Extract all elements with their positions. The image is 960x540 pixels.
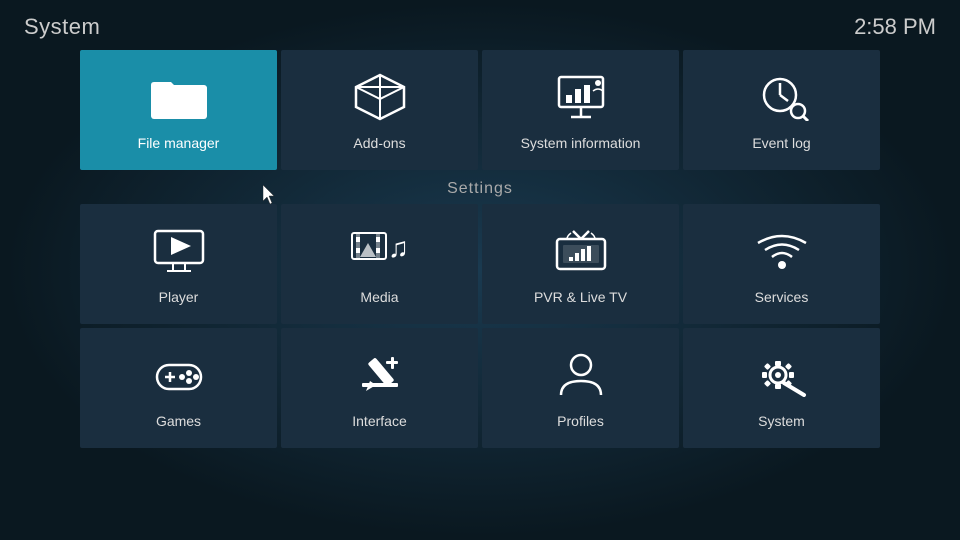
media-icon: ♫ [348,225,412,277]
folder-icon [147,71,211,123]
tile-event-log[interactable]: Event log [683,50,880,170]
tile-add-ons[interactable]: Add-ons [281,50,478,170]
tile-media[interactable]: ♫ Media [281,204,478,324]
interface-icon [348,349,412,401]
tile-player[interactable]: Player [80,204,277,324]
tile-file-manager[interactable]: File manager [80,50,277,170]
app-title: System [24,14,100,40]
tile-player-label: Player [159,289,199,305]
tile-games[interactable]: Games [80,328,277,448]
tile-pvr-live-tv[interactable]: PVR & Live TV [482,204,679,324]
settings-row-1: Player [80,204,880,324]
tile-games-label: Games [156,413,201,429]
tile-profiles[interactable]: Profiles [482,328,679,448]
tile-pvr-live-tv-label: PVR & Live TV [534,289,627,305]
tile-system-information-label: System information [521,135,641,151]
tile-services[interactable]: Services [683,204,880,324]
services-icon [750,225,814,277]
player-icon [147,225,211,277]
tile-system[interactable]: System [683,328,880,448]
settings-grid: Player [0,204,960,448]
tile-interface-label: Interface [352,413,406,429]
profiles-icon [549,349,613,401]
addons-icon [348,71,412,123]
tile-profiles-label: Profiles [557,413,604,429]
tile-system-information[interactable]: System information [482,50,679,170]
pvr-icon [549,225,613,277]
clock: 2:58 PM [854,14,936,40]
tile-event-log-label: Event log [752,135,810,151]
tile-system-label: System [758,413,805,429]
tile-add-ons-label: Add-ons [353,135,405,151]
tile-interface[interactable]: Interface [281,328,478,448]
eventlog-icon [750,71,814,123]
games-icon [147,349,211,401]
settings-title: Settings [447,180,513,197]
tile-file-manager-label: File manager [138,135,220,151]
sysinfo-icon [549,71,613,123]
top-row: File manager Add-ons [0,50,960,170]
system-icon [750,349,814,401]
header: System 2:58 PM [0,0,960,50]
settings-section: Settings [0,174,960,204]
tile-services-label: Services [755,289,809,305]
tile-media-label: Media [360,289,398,305]
settings-row-2: Games Interface [80,328,880,448]
svg-text:♫: ♫ [388,232,409,263]
